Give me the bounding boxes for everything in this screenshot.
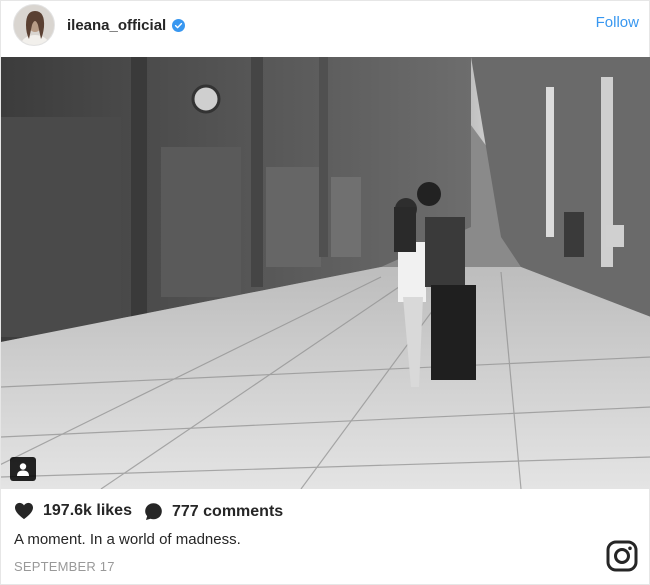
instagram-post: ileana_official Follow 197.6k likes 777 … bbox=[0, 0, 650, 585]
likes-count: 197.6k likes bbox=[43, 502, 132, 519]
post-caption: A moment. In a world of madness. bbox=[14, 531, 241, 548]
comments-group[interactable]: 777 comments bbox=[144, 502, 283, 521]
user-tag-icon[interactable] bbox=[10, 457, 36, 481]
heart-icon[interactable] bbox=[14, 502, 34, 520]
avatar[interactable] bbox=[13, 4, 55, 46]
username-group: ileana_official bbox=[67, 14, 186, 36]
post-actions: 197.6k likes 777 comments bbox=[1, 499, 650, 525]
username[interactable]: ileana_official bbox=[67, 17, 166, 34]
post-date: SEPTEMBER 17 bbox=[14, 559, 115, 574]
post-photo[interactable] bbox=[1, 57, 650, 489]
post-header: ileana_official Follow bbox=[1, 1, 650, 57]
comments-count: 777 comments bbox=[172, 502, 284, 520]
instagram-logo-icon[interactable] bbox=[606, 540, 638, 572]
comment-bubble-icon[interactable] bbox=[144, 502, 163, 521]
verified-badge-icon bbox=[172, 18, 186, 32]
follow-button[interactable]: Follow bbox=[596, 14, 639, 31]
likes-group[interactable]: 197.6k likes bbox=[14, 502, 132, 520]
